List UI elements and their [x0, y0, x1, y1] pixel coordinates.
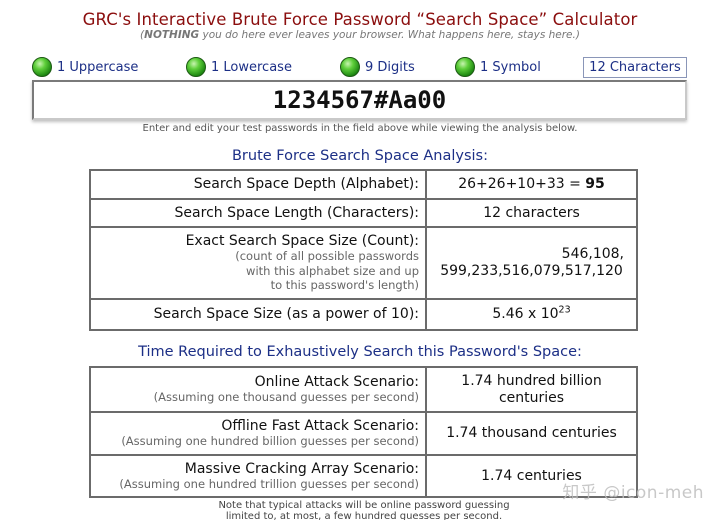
- indicator-label: 1 Lowercase: [211, 59, 292, 75]
- indicator-digits: 9 Digits: [340, 56, 415, 78]
- table-row: Search Space Size (as a power of 10): 5.…: [89, 298, 638, 331]
- indicator-uppercase: 1 Uppercase: [32, 56, 138, 78]
- table-row: Online Attack Scenario: (Assuming one th…: [89, 366, 638, 413]
- power-value: 5.46 x 1023: [425, 298, 638, 331]
- online-value-line: centuries: [498, 389, 565, 406]
- search-space-table: Search Space Depth (Alphabet): 26+26+10+…: [89, 169, 638, 331]
- count-note-line: with this alphabet size and up: [246, 263, 419, 278]
- depth-value: 26+26+10+33 = 95: [425, 169, 638, 200]
- depth-label: Search Space Depth (Alphabet):: [89, 169, 427, 200]
- count-label-cell: Exact Search Space Size (Count): (count …: [89, 226, 427, 300]
- watermark: 知乎 @icon-meh: [562, 483, 704, 503]
- footnote: Note that typical attacks will be online…: [0, 500, 720, 520]
- indicator-symbols: 1 Symbol: [455, 56, 541, 78]
- depth-total: 95: [585, 176, 605, 193]
- indicator-lowercase: 1 Lowercase: [186, 56, 292, 78]
- online-label-cell: Online Attack Scenario: (Assuming one th…: [89, 366, 427, 413]
- online-value: 1.74 hundred billion centuries: [425, 366, 638, 413]
- subtitle-emphasis: NOTHING: [144, 29, 200, 41]
- online-value-line: 1.74 hundred billion: [461, 372, 602, 389]
- count-value-line: 546,108,: [561, 246, 624, 263]
- depth-expression: 26+26+10+33 =: [458, 176, 586, 193]
- length-value: 12 characters: [425, 198, 638, 228]
- green-light-icon: [32, 57, 52, 77]
- input-hint: Enter and edit your test passwords in th…: [142, 123, 578, 134]
- table-row: Search Space Length (Characters): 12 cha…: [89, 198, 638, 228]
- footnote-line: limited to, at most, a few hundred guess…: [225, 511, 503, 520]
- massive-label: Massive Cracking Array Scenario:: [184, 460, 419, 477]
- subtitle-text: you do here ever leaves your browser. Wh…: [199, 29, 580, 41]
- indicator-label: 1 Uppercase: [57, 59, 139, 75]
- power-label: Search Space Size (as a power of 10):: [89, 298, 427, 331]
- indicator-label: 9 Digits: [365, 59, 415, 75]
- search-space-heading: Brute Force Search Space Analysis:: [231, 148, 488, 164]
- offline-label: Offline Fast Attack Scenario:: [221, 418, 419, 435]
- table-row: Search Space Depth (Alphabet): 26+26+10+…: [89, 169, 638, 200]
- table-row: Exact Search Space Size (Count): (count …: [89, 226, 638, 300]
- count-value: 546,108, 599,233,516,079,517,120: [425, 226, 638, 300]
- online-label: Online Attack Scenario:: [254, 374, 419, 391]
- page-title: GRC's Interactive Brute Force Password “…: [82, 10, 638, 29]
- time-required-table: Online Attack Scenario: (Assuming one th…: [89, 366, 638, 498]
- green-light-icon: [186, 57, 206, 77]
- count-note-line: (count of all possible passwords: [235, 249, 419, 264]
- count-note-line: to this password's length): [270, 278, 419, 293]
- table-row: Offline Fast Attack Scenario: (Assuming …: [89, 411, 638, 456]
- time-required-heading: Time Required to Exhaustively Search thi…: [138, 344, 582, 360]
- indicator-label: 1 Symbol: [480, 59, 541, 75]
- offline-note: (Assuming one hundred billion guesses pe…: [121, 434, 419, 449]
- password-input[interactable]: [32, 80, 687, 120]
- massive-note: (Assuming one hundred trillion guesses p…: [119, 476, 419, 491]
- count-label: Exact Search Space Size (Count):: [185, 233, 419, 250]
- massive-label-cell: Massive Cracking Array Scenario: (Assumi…: [89, 454, 427, 498]
- count-value-line: 599,233,516,079,517,120: [440, 263, 623, 279]
- length-label: Search Space Length (Characters):: [89, 198, 427, 228]
- power-exponent: 23: [558, 304, 571, 316]
- online-note: (Assuming one thousand guesses per secon…: [153, 390, 419, 405]
- green-light-icon: [455, 57, 475, 77]
- green-light-icon: [340, 57, 360, 77]
- character-count-badge: 12 Characters: [583, 57, 687, 78]
- power-base: 5.46 x 10: [492, 306, 559, 323]
- offline-label-cell: Offline Fast Attack Scenario: (Assuming …: [89, 411, 427, 456]
- page-subtitle: (NOTHING you do here ever leaves your br…: [140, 29, 580, 41]
- table-row: Massive Cracking Array Scenario: (Assumi…: [89, 454, 638, 498]
- offline-value: 1.74 thousand centuries: [425, 411, 638, 456]
